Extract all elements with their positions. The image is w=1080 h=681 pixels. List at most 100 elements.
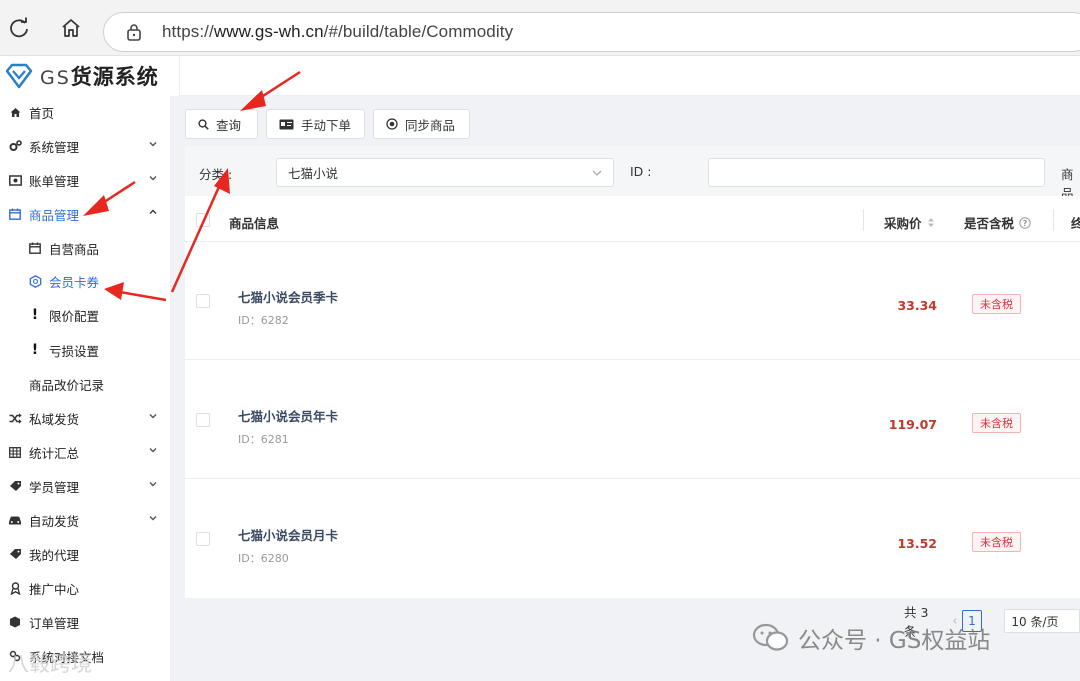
row-checkbox[interactable] — [196, 294, 210, 308]
sort-icon — [927, 218, 934, 227]
category-label: 分类 : — [199, 167, 233, 182]
help-circle-icon[interactable]: ? — [1019, 216, 1031, 229]
category-select[interactable]: 七猫小说 — [276, 158, 614, 187]
sidebar-item-private-shipping[interactable]: 私域发货 — [0, 403, 171, 433]
sidebar-item-bill[interactable]: 账单管理 — [0, 165, 171, 195]
manual-order-button[interactable]: 手动下单 — [266, 109, 365, 139]
column-divider — [1053, 209, 1054, 231]
calendar-icon — [28, 242, 42, 254]
sidebar-item-label: 商品改价记录 — [29, 377, 105, 393]
tax-status-badge: 未含税 — [972, 532, 1021, 552]
sidebar-subitem-price-limit[interactable]: ! 限价配置 — [0, 300, 171, 330]
sidebar-item-label: 账单管理 — [29, 173, 80, 189]
reload-button[interactable] — [4, 13, 34, 43]
chevron-up-icon — [149, 209, 157, 214]
select-all-checkbox[interactable] — [196, 213, 210, 227]
chevron-down-icon — [149, 482, 157, 487]
sidebar-item-statistics[interactable]: 统计汇总 — [0, 437, 171, 467]
ticket-icon — [8, 480, 22, 492]
column-header-info: 商品信息 — [229, 216, 280, 231]
home-icon — [8, 107, 22, 118]
page-size-select[interactable]: 10 条/页 — [1004, 609, 1080, 633]
chevron-down-icon — [149, 142, 157, 147]
sidebar-item-label: 限价配置 — [49, 308, 100, 324]
sidebar-item-label: 商品管理 — [29, 207, 80, 223]
id-label: ID : — [630, 164, 652, 179]
table-row: 七猫小说会员年卡 ID：6281 119.07 未含税 — [185, 361, 1080, 479]
sidebar-item-label: 推广中心 — [29, 581, 80, 597]
sidebar-item-students[interactable]: 学员管理 — [0, 471, 171, 501]
shuffle-icon — [8, 412, 22, 424]
sidebar: 首页 系统管理 账单管理 商品管理 自营商品 会员卡券 ! 限价配置 ! 亏损设… — [0, 96, 171, 681]
url-text: https://www.gs-wh.cn/#/build/table/Commo… — [162, 22, 514, 41]
sidebar-item-label: 自营商品 — [49, 241, 100, 257]
chevron-down-icon — [149, 516, 157, 521]
ribbon-icon — [8, 581, 22, 595]
app-logo[interactable]: GS货源系统 — [0, 56, 180, 96]
sidebar-item-my-agents[interactable]: 我的代理 — [0, 539, 171, 569]
search-icon — [198, 118, 209, 130]
sidebar-item-label: 我的代理 — [29, 547, 80, 563]
column-divider — [863, 209, 864, 231]
purchase-price: 119.07 — [888, 417, 937, 432]
product-name[interactable]: 七猫小说会员年卡 — [238, 406, 338, 425]
sync-products-button[interactable]: 同步商品 — [373, 109, 470, 139]
cube-icon — [8, 616, 22, 628]
chevron-down-icon — [149, 176, 157, 181]
sidebar-item-label: 系统管理 — [29, 139, 80, 155]
sidebar-subitem-price-change-log[interactable]: 商品改价记录 — [0, 369, 171, 399]
chevron-down-icon — [592, 170, 602, 176]
id-card-icon — [279, 119, 294, 130]
column-header-next: 终 — [1071, 216, 1080, 231]
sidebar-item-home[interactable]: 首页 — [0, 97, 171, 127]
id-input[interactable] — [708, 158, 1045, 187]
product-name[interactable]: 七猫小说会员季卡 — [238, 287, 338, 306]
sidebar-subitem-member-card[interactable]: 会员卡券 — [0, 266, 171, 296]
home-button[interactable] — [56, 13, 86, 43]
sidebar-item-products[interactable]: 商品管理 — [0, 199, 171, 229]
category-selected-value: 七猫小说 — [288, 166, 339, 181]
sidebar-item-label: 私域发货 — [29, 411, 80, 427]
table-icon — [8, 446, 22, 458]
query-button[interactable]: 查询 — [185, 109, 258, 139]
gears-icon — [8, 140, 22, 152]
sidebar-item-label: 亏损设置 — [49, 343, 100, 359]
sidebar-item-label: 学员管理 — [29, 479, 80, 495]
table-row: 七猫小说会员季卡 ID：6282 33.34 未含税 — [185, 242, 1080, 360]
ticket-icon — [8, 548, 22, 560]
diamond-logo-icon — [5, 63, 33, 89]
sidebar-subitem-self-run[interactable]: 自营商品 — [0, 233, 171, 263]
tax-status-badge: 未含税 — [972, 294, 1021, 314]
product-name[interactable]: 七猫小说会员月卡 — [238, 525, 338, 544]
column-header-price[interactable]: 采购价 — [884, 213, 935, 232]
sidebar-subitem-loss-setting[interactable]: ! 亏损设置 — [0, 335, 171, 365]
purchase-price: 33.34 — [897, 298, 937, 313]
calendar-icon — [8, 208, 22, 220]
row-checkbox[interactable] — [196, 413, 210, 427]
bill-icon — [8, 174, 22, 186]
chevron-down-icon — [149, 414, 157, 419]
sidebar-item-promotion[interactable]: 推广中心 — [0, 573, 171, 603]
row-checkbox[interactable] — [196, 532, 210, 546]
sidebar-item-label: 会员卡券 — [49, 274, 100, 290]
wechat-watermark: 公众号 · GS权益站 — [752, 621, 990, 655]
product-id: ID：6280 — [238, 552, 289, 565]
table-row: 七猫小说会员月卡 ID：6280 13.52 未含税 — [185, 480, 1080, 598]
address-bar[interactable]: https://www.gs-wh.cn/#/build/table/Commo… — [103, 12, 1080, 52]
sidebar-item-orders[interactable]: 订单管理 — [0, 607, 171, 637]
top-header — [180, 56, 1080, 96]
sidebar-item-label: 首页 — [29, 105, 55, 121]
browser-toolbar: https://www.gs-wh.cn/#/build/table/Commo… — [0, 0, 1080, 56]
sidebar-item-system[interactable]: 系统管理 — [0, 131, 171, 161]
lock-icon — [126, 23, 142, 41]
product-id: ID：6281 — [238, 433, 289, 446]
wechat-icon — [752, 623, 789, 651]
reload-icon — [10, 17, 28, 37]
column-header-tax: 是否含税 ? — [964, 213, 1031, 232]
product-id: ID：6282 — [238, 314, 289, 327]
svg-text:?: ? — [1023, 219, 1028, 228]
car-icon — [8, 515, 22, 526]
main-content: 查询 手动下单 同步商品 分类 : 七猫小说 ID : 商品 商品信息 采购价 … — [171, 96, 1080, 681]
exclamation-icon: ! — [31, 342, 39, 358]
sidebar-item-auto-shipping[interactable]: 自动发货 — [0, 505, 171, 535]
